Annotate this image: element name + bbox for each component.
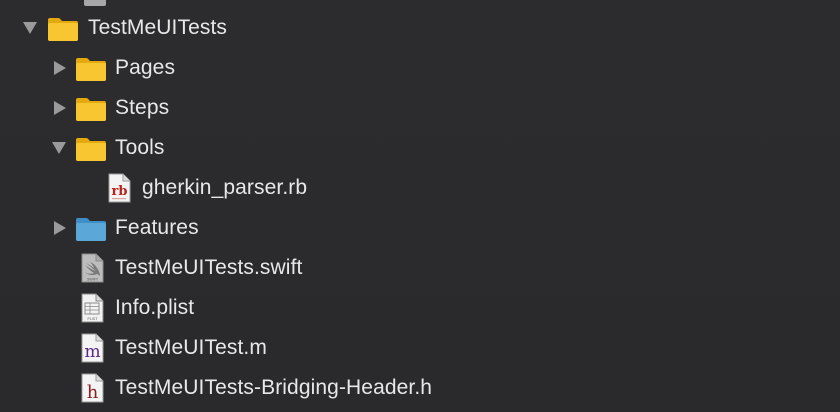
disclosure-triangle-collapsed-icon[interactable] xyxy=(51,59,69,77)
disclosure-triangle-collapsed-icon[interactable] xyxy=(51,219,69,237)
navigator-row-testmeuitest-m[interactable]: m TestMeUITest.m xyxy=(0,328,840,368)
folder-icon xyxy=(74,55,108,83)
navigator-row-pages[interactable]: Pages xyxy=(0,48,840,88)
folder-icon xyxy=(74,135,108,163)
row-label: Features xyxy=(115,216,199,239)
row-label: gherkin_parser.rb xyxy=(142,176,308,199)
row-label: TestMeUITests-Bridging-Header.h xyxy=(115,376,433,399)
navigator-row-gherkin-parser-rb[interactable]: rb gherkin_parser.rb xyxy=(0,168,840,208)
svg-text:m: m xyxy=(84,342,100,362)
navigator-row-tools[interactable]: Tools xyxy=(0,128,840,168)
disclosure-triangle-collapsed-icon[interactable] xyxy=(51,99,69,117)
header-file-icon: h xyxy=(79,373,105,403)
svg-text:SWIFT: SWIFT xyxy=(87,278,99,282)
row-label: Pages xyxy=(115,56,176,79)
navigator-row-info-plist[interactable]: PLIST Info.plist xyxy=(0,288,840,328)
blue-folder-icon xyxy=(74,215,108,243)
swift-file-icon: SWIFT xyxy=(79,253,105,283)
project-navigator: TestMeUITests Pages Steps Tools rb gherk… xyxy=(0,0,840,412)
previous-item-edge xyxy=(84,0,106,6)
disclosure-triangle-expanded-icon[interactable] xyxy=(21,19,39,37)
row-label: TestMeUITests.swift xyxy=(115,256,303,279)
plist-file-icon: PLIST xyxy=(79,293,105,323)
objc-m-file-icon: m xyxy=(79,333,105,363)
svg-text:h: h xyxy=(87,382,99,403)
folder-icon xyxy=(46,15,80,43)
row-label: TestMeUITests xyxy=(88,16,227,39)
folder-icon xyxy=(74,95,108,123)
row-label: Steps xyxy=(115,96,170,119)
svg-text:PLIST: PLIST xyxy=(87,316,98,321)
row-label: TestMeUITest.m xyxy=(115,336,267,359)
row-label: Info.plist xyxy=(115,296,195,319)
navigator-row-bridging-header-h[interactable]: h TestMeUITests-Bridging-Header.h xyxy=(0,368,840,408)
navigator-row-testmeuitests-swift[interactable]: SWIFT TestMeUITests.swift xyxy=(0,248,840,288)
row-label: Tools xyxy=(115,136,165,159)
navigator-row-features[interactable]: Features xyxy=(0,208,840,248)
disclosure-triangle-expanded-icon[interactable] xyxy=(50,139,68,157)
svg-text:rb: rb xyxy=(112,184,128,199)
navigator-row-testmeuitests[interactable]: TestMeUITests xyxy=(0,8,840,48)
ruby-file-icon: rb xyxy=(106,173,132,203)
navigator-row-steps[interactable]: Steps xyxy=(0,88,840,128)
